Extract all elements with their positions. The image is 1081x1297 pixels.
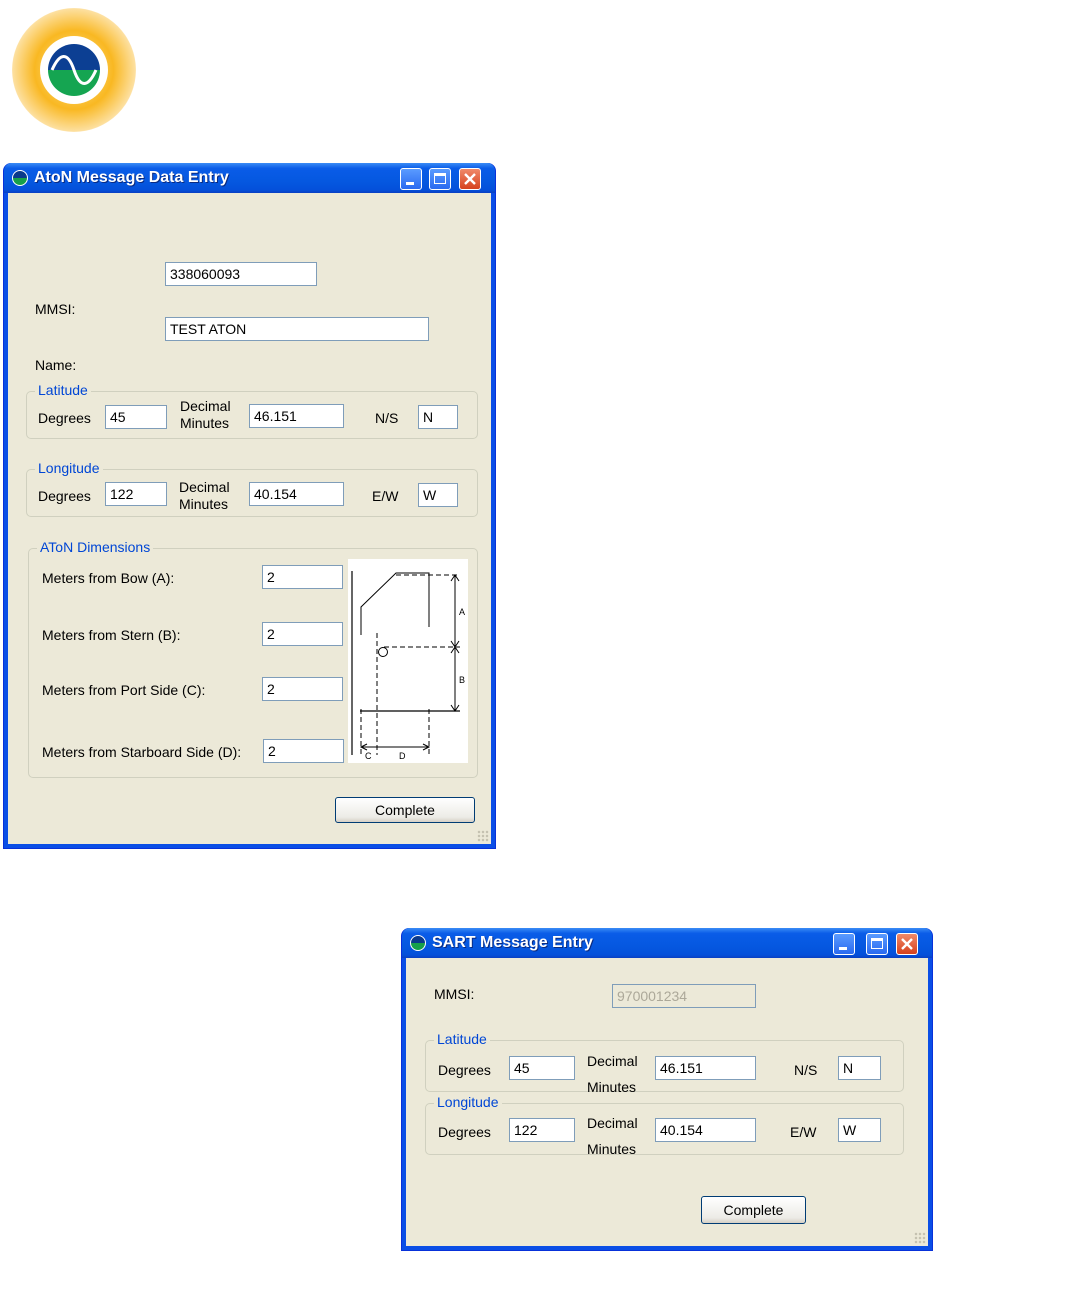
name-label: Name: (35, 357, 77, 373)
ns-label: N/S (794, 1062, 818, 1078)
lon-degrees-input[interactable] (105, 482, 167, 506)
sart-window: SART Message Entry MMSI: Latitude Degree… (401, 928, 933, 1251)
lon-degrees-label: Degrees (438, 1124, 491, 1140)
ew-input[interactable] (418, 483, 458, 507)
window-title: AtoN Message Data Entry (34, 169, 229, 186)
mmsi-input[interactable] (165, 262, 317, 286)
mmsi-label: MMSI: (434, 986, 475, 1002)
window-title: SART Message Entry (432, 934, 593, 951)
diagram-label-b: B (459, 675, 465, 685)
aton-window: AtoN Message Data Entry MMSI: Name: Lati… (3, 163, 496, 849)
lat-degrees-input[interactable] (509, 1056, 575, 1080)
dimensions-group-title: AToN Dimensions (37, 539, 154, 555)
close-icon (464, 173, 476, 185)
ns-input[interactable] (418, 405, 458, 429)
lon-degrees-input[interactable] (509, 1118, 575, 1142)
app-icon (410, 935, 426, 951)
mmsi-label: MMSI: (35, 301, 76, 317)
lat-minutes-input[interactable] (249, 404, 344, 428)
port-input[interactable] (262, 677, 343, 701)
maximize-button[interactable] (429, 168, 451, 190)
close-button[interactable] (459, 168, 481, 190)
ns-input[interactable] (838, 1056, 881, 1080)
complete-button[interactable]: Complete (701, 1196, 806, 1224)
diagram-label-c: C (365, 751, 372, 761)
ew-input[interactable] (838, 1118, 881, 1142)
diagram-label-a: A (459, 607, 465, 617)
name-input[interactable] (165, 317, 429, 341)
lon-decimal-minutes-label: Decimal Minutes (587, 1115, 638, 1157)
lon-degrees-label: Degrees (38, 488, 91, 504)
ew-label: E/W (790, 1124, 817, 1140)
aton-titlebar[interactable]: AtoN Message Data Entry (4, 163, 495, 193)
app-icon (12, 170, 28, 186)
lat-degrees-label: Degrees (38, 410, 91, 426)
starboard-label: Meters from Starboard Side (D): (42, 744, 242, 760)
diagram-label-d: D (399, 751, 406, 761)
lat-degrees-label: Degrees (438, 1062, 491, 1078)
port-label: Meters from Port Side (C): (42, 682, 206, 698)
bow-input[interactable] (262, 565, 343, 589)
app-logo (12, 8, 136, 132)
lat-decimal-minutes-label: Decimal Minutes (180, 398, 231, 431)
maximize-button[interactable] (866, 933, 888, 955)
minimize-button[interactable] (833, 933, 855, 955)
mmsi-input (612, 984, 756, 1008)
ns-label: N/S (375, 410, 399, 426)
latitude-group-title: Latitude (35, 382, 91, 398)
aton-client: MMSI: Name: Latitude Degrees DecimalMinu… (8, 193, 491, 844)
longitude-group-title: Longitude (434, 1094, 502, 1110)
stern-input[interactable] (262, 622, 343, 646)
latitude-group-title: Latitude (434, 1031, 490, 1047)
sart-client: MMSI: Latitude Degrees DecimalMinutes N/… (406, 958, 928, 1246)
lat-degrees-input[interactable] (105, 405, 167, 429)
lon-minutes-input[interactable] (249, 482, 344, 506)
vessel-dimensions-diagram: A B C D (348, 559, 468, 763)
lon-minutes-input[interactable] (655, 1118, 756, 1142)
sart-titlebar[interactable]: SART Message Entry (402, 928, 932, 958)
ew-label: E/W (372, 488, 399, 504)
longitude-group-title: Longitude (35, 460, 103, 476)
close-button[interactable] (896, 933, 918, 955)
lat-decimal-minutes-label: Decimal Minutes (587, 1053, 638, 1095)
stern-label: Meters from Stern (B): (42, 627, 181, 643)
close-icon (901, 938, 913, 950)
lon-decimal-minutes-label: Decimal Minutes (179, 479, 230, 512)
resize-grip[interactable] (477, 830, 489, 842)
minimize-button[interactable] (400, 168, 422, 190)
lat-minutes-input[interactable] (655, 1056, 756, 1080)
wave-logo-icon (48, 44, 100, 96)
bow-label: Meters from Bow (A): (42, 570, 175, 586)
starboard-input[interactable] (263, 739, 344, 763)
complete-button[interactable]: Complete (335, 797, 475, 823)
resize-grip[interactable] (914, 1232, 926, 1244)
